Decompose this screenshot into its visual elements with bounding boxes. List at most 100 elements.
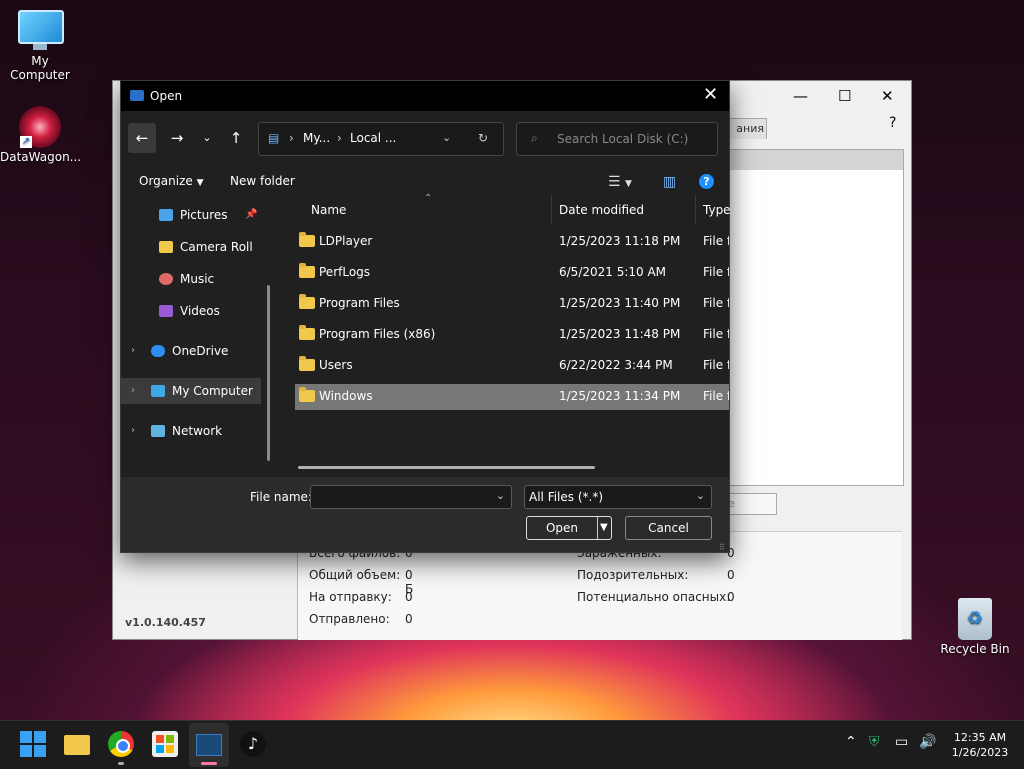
- datawagon-icon: ↗: [18, 106, 62, 148]
- maximize-button[interactable]: ☐: [838, 87, 851, 105]
- computer-icon: [151, 385, 165, 397]
- taskbar: ♪ ⌃ ⛨ ▭ 🔊 12:35 AM 1/26/2023: [0, 720, 1024, 769]
- folder-icon: [299, 232, 315, 247]
- file-row-selected[interactable]: Windows 1/25/2023 11:34 PM File folder: [295, 384, 729, 410]
- dropdown-arrow-icon[interactable]: ▼: [600, 517, 608, 539]
- dialog-title: Open: [150, 89, 183, 103]
- desktop-icon-label: DataWagon...: [0, 150, 82, 164]
- folder-icon: [299, 387, 315, 402]
- address-bar[interactable]: ▤ › My... › Local ... ⌄ ↻: [258, 122, 504, 156]
- minimize-button[interactable]: —: [793, 87, 808, 105]
- sort-ascending-icon: ⌃: [424, 193, 433, 204]
- chevron-right-icon[interactable]: ›: [131, 418, 135, 444]
- nav-item-videos[interactable]: Videos: [121, 298, 261, 324]
- network-tray-icon[interactable]: ▭: [895, 734, 908, 750]
- volume-icon[interactable]: 🔊: [919, 734, 936, 750]
- desktop-icon-my-computer[interactable]: My Computer: [0, 10, 80, 82]
- breadcrumb-local-disk[interactable]: Local ...: [350, 131, 396, 145]
- nav-item-network[interactable]: › Network: [121, 418, 261, 444]
- running-indicator: [118, 762, 124, 765]
- resize-grip-icon[interactable]: ⠿: [719, 543, 725, 552]
- file-explorer-icon[interactable]: [64, 731, 90, 757]
- column-separator[interactable]: [695, 196, 696, 224]
- column-separator[interactable]: [551, 196, 552, 224]
- open-button[interactable]: Open ▼: [526, 516, 612, 540]
- stat-suspicious: Подозрительных: 0: [577, 568, 735, 582]
- file-row[interactable]: Program Files 1/25/2023 11:40 PM File fo…: [295, 291, 729, 317]
- back-button[interactable]: ←: [128, 123, 156, 153]
- shortcut-arrow-icon: ↗: [20, 136, 32, 148]
- chevron-right-icon[interactable]: ›: [131, 378, 135, 404]
- datawagon-app-icon[interactable]: [196, 731, 222, 757]
- file-row[interactable]: Users 6/22/2022 3:44 PM File folder: [295, 353, 729, 379]
- file-name-label: File name:: [250, 490, 312, 504]
- column-header-date[interactable]: Date modified: [559, 203, 644, 217]
- refresh-icon[interactable]: ↻: [478, 131, 488, 145]
- file-type-value: All Files (*.*): [529, 490, 604, 504]
- clock-time: 12:35 AM: [953, 731, 1007, 744]
- up-button[interactable]: ↑: [222, 123, 250, 153]
- folder-icon: [159, 241, 173, 253]
- recycle-bin-icon: ♻: [953, 598, 997, 640]
- desktop-icon-datawagon[interactable]: ↗ DataWagon...: [0, 106, 82, 164]
- search-icon: ⌕: [531, 131, 538, 145]
- chevron-down-icon[interactable]: ⌄: [496, 489, 505, 502]
- pictures-icon: [159, 209, 173, 221]
- tiktok-icon[interactable]: ♪: [240, 731, 266, 757]
- new-folder-button[interactable]: New folder: [230, 174, 295, 188]
- folder-icon: [299, 325, 315, 340]
- close-button[interactable]: ✕: [881, 87, 894, 105]
- breadcrumb-my-computer[interactable]: My...: [303, 131, 330, 145]
- view-options-icon[interactable]: ☰ ▼: [608, 174, 632, 190]
- active-indicator: [201, 762, 217, 765]
- file-row[interactable]: Program Files (x86) 1/25/2023 11:48 PM F…: [295, 322, 729, 348]
- network-icon: [151, 425, 165, 437]
- file-row[interactable]: PerfLogs 6/5/2021 5:10 AM File folder: [295, 260, 729, 286]
- microsoft-store-icon[interactable]: [152, 731, 178, 757]
- search-input[interactable]: Search Local Disk (C:): [557, 132, 688, 146]
- app-window-icon: [130, 90, 144, 101]
- nav-item-my-computer[interactable]: › My Computer: [121, 378, 261, 404]
- version-label: v1.0.140.457: [125, 616, 206, 629]
- file-name-input[interactable]: ⌄: [310, 485, 512, 509]
- chevron-up-icon[interactable]: ⌃: [845, 734, 857, 750]
- open-dialog[interactable]: Open ✕ ← → ⌄ ↑ ▤ › My... › Local ... ⌄ ↻…: [120, 80, 731, 553]
- breadcrumb-separator-icon: ›: [337, 131, 342, 145]
- horizontal-scrollbar[interactable]: [298, 466, 595, 469]
- recent-locations-button[interactable]: ⌄: [193, 123, 221, 153]
- close-icon[interactable]: ✕: [703, 84, 718, 105]
- stat-total-size: Общий объем: 0 Б: [309, 568, 414, 596]
- folder-icon: [299, 294, 315, 309]
- column-header-name[interactable]: Name: [311, 203, 346, 217]
- dialog-titlebar[interactable]: Open ✕: [121, 81, 729, 111]
- column-header-type[interactable]: Type: [703, 203, 731, 217]
- drive-icon: ▤: [268, 131, 280, 145]
- desktop-icon-label: Recycle Bin: [940, 642, 1010, 656]
- desktop-icon-label: My Computer: [10, 54, 70, 82]
- clock[interactable]: 12:35 AM 1/26/2023: [940, 730, 1020, 760]
- file-row[interactable]: LDPlayer 1/25/2023 11:18 PM File folder: [295, 229, 729, 255]
- music-icon: [159, 273, 173, 285]
- address-dropdown-icon[interactable]: ⌄: [442, 131, 451, 144]
- nav-item-music[interactable]: Music: [121, 266, 261, 292]
- help-button[interactable]: ?: [889, 115, 896, 131]
- file-type-select[interactable]: All Files (*.*) ⌄: [524, 485, 712, 509]
- desktop-icon-recycle-bin[interactable]: ♻ Recycle Bin: [935, 598, 1015, 656]
- chevron-down-icon: ▼: [196, 178, 204, 188]
- organize-button[interactable]: Organize ▼: [139, 174, 204, 188]
- nav-item-pictures[interactable]: Pictures 📌: [121, 202, 261, 228]
- nav-item-onedrive[interactable]: › OneDrive: [121, 338, 261, 364]
- chevron-right-icon[interactable]: ›: [131, 338, 135, 364]
- nav-item-camera-roll[interactable]: Camera Roll: [121, 234, 261, 260]
- forward-button[interactable]: →: [163, 123, 191, 153]
- pin-icon: 📌: [245, 209, 258, 220]
- start-button-icon[interactable]: [20, 731, 46, 757]
- security-shield-icon[interactable]: ⛨: [869, 734, 880, 750]
- cancel-button[interactable]: Cancel: [625, 516, 712, 540]
- help-icon[interactable]: ?: [699, 174, 714, 189]
- tab-partial[interactable]: ания: [727, 118, 767, 139]
- nav-scrollbar[interactable]: [267, 285, 270, 461]
- preview-pane-icon[interactable]: ▥: [663, 174, 676, 190]
- search-box[interactable]: ⌕ Search Local Disk (C:): [516, 122, 718, 156]
- chrome-icon[interactable]: [108, 731, 134, 757]
